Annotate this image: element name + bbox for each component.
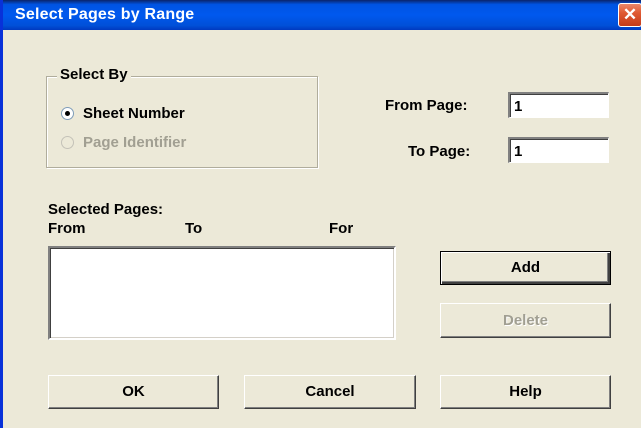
select-by-legend: Select By <box>57 66 131 83</box>
column-header-to: To <box>185 220 203 237</box>
to-page-label: To Page: <box>408 143 471 160</box>
selected-pages-list[interactable] <box>48 246 396 340</box>
radio-page-identifier-label: Page Identifier <box>83 134 187 151</box>
close-button[interactable]: ✕ <box>618 3 641 27</box>
radio-unchecked-icon <box>61 136 74 149</box>
from-page-label: From Page: <box>385 97 468 114</box>
radio-sheet-number[interactable]: Sheet Number <box>61 105 185 122</box>
dialog-window: Select Pages by Range ✕ Select By Sheet … <box>0 0 641 428</box>
column-header-for: For <box>329 220 354 237</box>
add-button[interactable]: Add <box>440 251 611 285</box>
to-page-input[interactable] <box>508 137 609 163</box>
title-bar[interactable]: Select Pages by Range ✕ <box>3 0 641 30</box>
ok-button[interactable]: OK <box>48 375 219 409</box>
help-button[interactable]: Help <box>440 375 611 409</box>
radio-checked-icon[interactable] <box>61 107 74 120</box>
from-page-input[interactable] <box>508 92 609 118</box>
column-header-from: From <box>48 220 86 237</box>
dialog-title: Select Pages by Range <box>15 6 195 23</box>
delete-button: Delete <box>440 303 611 338</box>
selected-pages-label: Selected Pages: <box>48 201 164 218</box>
radio-page-identifier: Page Identifier <box>61 134 186 151</box>
select-by-groupbox <box>46 76 318 168</box>
radio-sheet-number-label: Sheet Number <box>83 105 185 122</box>
close-icon: ✕ <box>622 5 638 24</box>
cancel-button[interactable]: Cancel <box>244 375 416 409</box>
